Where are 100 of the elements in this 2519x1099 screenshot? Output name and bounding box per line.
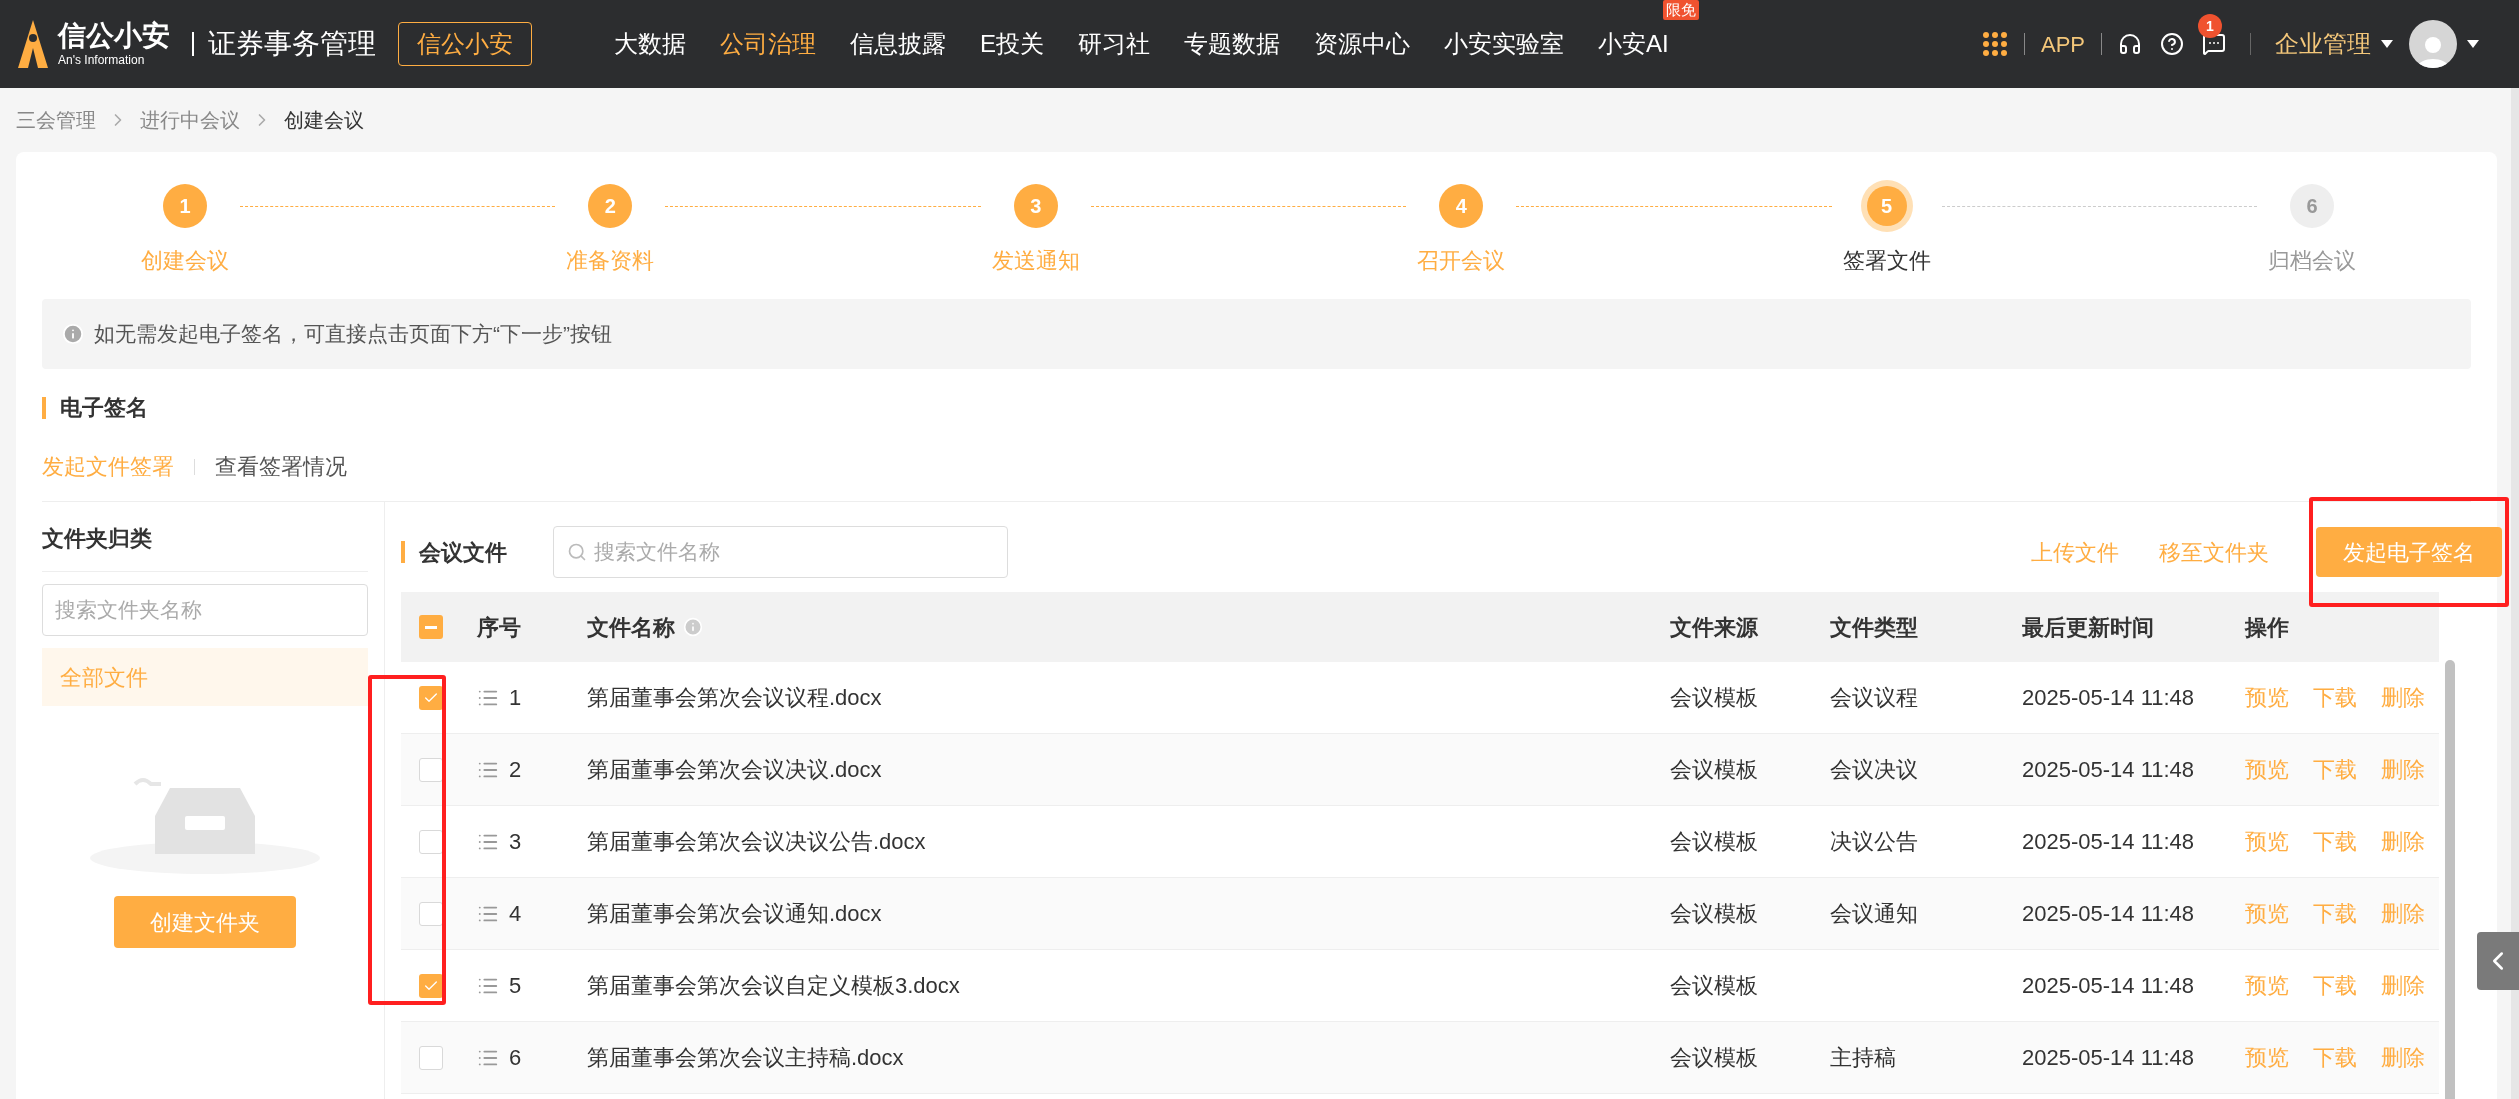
- product-button[interactable]: 信公小安: [398, 22, 532, 66]
- apps-grid-icon[interactable]: [1981, 31, 2008, 57]
- nav-link[interactable]: 信息披露: [850, 30, 946, 57]
- row-action-link[interactable]: 下载: [2313, 897, 2357, 930]
- table-cell: 会议模板: [1670, 829, 1758, 854]
- table-cell: 2025-05-14 11:48: [2022, 757, 2195, 782]
- toolbar-link[interactable]: 移至文件夹: [2159, 535, 2269, 569]
- collapse-tab[interactable]: [2477, 932, 2519, 990]
- column-header: 最后更新时间: [2022, 613, 2154, 642]
- sub-tab[interactable]: 查看签署情况: [215, 450, 347, 483]
- folder-search-field[interactable]: 搜索文件夹名称: [42, 584, 368, 636]
- step-number: 3: [1013, 184, 1058, 228]
- breadcrumb-link[interactable]: 三会管理: [16, 105, 96, 135]
- column-header: 文件类型: [1830, 613, 1918, 642]
- nav-link[interactable]: 专题数据: [1184, 30, 1280, 57]
- product-title: 证券事务管理: [208, 27, 376, 61]
- row-action-link[interactable]: 删除: [2381, 969, 2425, 1002]
- row-action-link[interactable]: 下载: [2313, 681, 2357, 714]
- file-name: 第届董事会第次会议决议公告.docx: [587, 829, 926, 854]
- row-action-link[interactable]: 预览: [2245, 1041, 2289, 1074]
- start-e-signature-button[interactable]: 发起电子签名: [2316, 527, 2502, 577]
- row-action-link[interactable]: 删除: [2381, 753, 2425, 786]
- info-icon: [62, 323, 84, 345]
- minus-icon: [425, 625, 437, 629]
- row-action-link[interactable]: 下载: [2313, 825, 2357, 858]
- step-number: 5: [1860, 180, 1913, 232]
- nav-link[interactable]: 研习社: [1078, 30, 1150, 57]
- folder-item[interactable]: 全部文件: [42, 648, 368, 706]
- file-name: 第届董事会第次会议主持稿.docx: [587, 1045, 904, 1070]
- checkbox[interactable]: [419, 901, 443, 926]
- step-label: 归档会议: [2268, 247, 2357, 275]
- table-cell: 会议模板: [1670, 685, 1758, 710]
- step-label: 召开会议: [1417, 247, 1506, 275]
- page-scrollbar[interactable]: [2511, 88, 2519, 1099]
- row-action-link[interactable]: 预览: [2245, 825, 2289, 858]
- nav-link[interactable]: 小安实验室: [1444, 30, 1564, 57]
- checkbox[interactable]: [419, 757, 443, 782]
- section-title: 电子签名: [60, 394, 148, 422]
- table-cell: 2025-05-14 11:48: [2022, 973, 2195, 998]
- enterprise-menu[interactable]: 企业管理: [2275, 26, 2393, 62]
- file-name: 第届董事会第次会议决议.docx: [587, 757, 882, 782]
- nav-link[interactable]: 大数据: [614, 30, 686, 57]
- step-number: 1: [163, 184, 207, 228]
- checkbox[interactable]: [419, 615, 443, 639]
- row-action-link[interactable]: 删除: [2381, 1041, 2425, 1074]
- table-cell: 2025-05-14 11:48: [2022, 1045, 2195, 1070]
- row-action-link[interactable]: 下载: [2313, 969, 2357, 1002]
- file-name: 第届董事会第次会议议程.docx: [587, 685, 882, 710]
- logo-subtitle: An's Information: [58, 54, 146, 66]
- avatar[interactable]: [2409, 20, 2457, 68]
- scrollbar[interactable]: [2445, 660, 2455, 1099]
- row-action-link[interactable]: 删除: [2381, 681, 2425, 714]
- row-action-link[interactable]: 下载: [2313, 753, 2357, 786]
- info-icon: [683, 617, 703, 637]
- file-name: 第届董事会第次会议通知.docx: [587, 901, 882, 926]
- checkbox[interactable]: [419, 829, 443, 854]
- row-action-link[interactable]: 预览: [2245, 753, 2289, 786]
- row-action-link[interactable]: 预览: [2245, 969, 2289, 1002]
- row-action-link[interactable]: 下载: [2313, 1041, 2357, 1074]
- caret-icon[interactable]: [2467, 40, 2479, 48]
- sub-tab[interactable]: 发起文件签署: [42, 450, 174, 483]
- column-header: 文件来源: [1670, 613, 1758, 642]
- step-number: 2: [588, 184, 633, 228]
- toolbar-link[interactable]: 上传文件: [2031, 535, 2119, 569]
- search-icon: [567, 542, 587, 562]
- row-action-link[interactable]: 删除: [2381, 825, 2425, 858]
- headset-icon[interactable]: [2118, 32, 2142, 56]
- step-label: 创建会议: [141, 247, 229, 275]
- nav-link[interactable]: 小安AI: [1598, 30, 1669, 57]
- step-number: 4: [1439, 184, 1484, 228]
- app-link[interactable]: APP: [2040, 27, 2085, 61]
- table-cell-text: 5: [509, 972, 522, 1000]
- panel-title: 文件夹归类: [42, 522, 368, 572]
- notification-badge: 1: [2198, 14, 2222, 38]
- breadcrumb-link[interactable]: 进行中会议: [140, 105, 240, 135]
- checkbox[interactable]: [419, 973, 443, 998]
- column-header: 序号: [477, 613, 521, 642]
- nav-link[interactable]: 公司治理: [720, 30, 816, 57]
- table-cell: 会议模板: [1670, 757, 1758, 782]
- checkbox[interactable]: [419, 1045, 443, 1070]
- file-search-field[interactable]: 搜索文件名称: [553, 526, 1008, 578]
- table-cell-text: 2: [509, 756, 522, 784]
- table-cell: 2025-05-14 11:48: [2022, 685, 2195, 710]
- message-icon[interactable]: [2202, 32, 2226, 56]
- table-cell: 2025-05-14 11:48: [2022, 901, 2195, 926]
- row-action-link[interactable]: 预览: [2245, 681, 2289, 714]
- create-folder-button[interactable]: 创建文件夹: [114, 896, 296, 948]
- nav-link[interactable]: 资源中心: [1314, 30, 1410, 57]
- table-cell: 2025-05-14 11:48: [2022, 829, 2195, 854]
- file-name: 第届董事会第次会议自定义模板3.docx: [587, 973, 960, 998]
- nav-link[interactable]: E投关: [980, 30, 1044, 57]
- table-cell-text: 4: [509, 900, 522, 928]
- row-action-link[interactable]: 预览: [2245, 897, 2289, 930]
- table-cell-text: 3: [509, 828, 522, 856]
- row-action-link[interactable]: 删除: [2381, 897, 2425, 930]
- help-icon[interactable]: [2160, 32, 2184, 56]
- column-header: 操作: [2245, 613, 2289, 642]
- checkbox[interactable]: [419, 685, 443, 710]
- table-cell-text: 6: [509, 1044, 522, 1072]
- step-label: 准备资料: [566, 247, 655, 275]
